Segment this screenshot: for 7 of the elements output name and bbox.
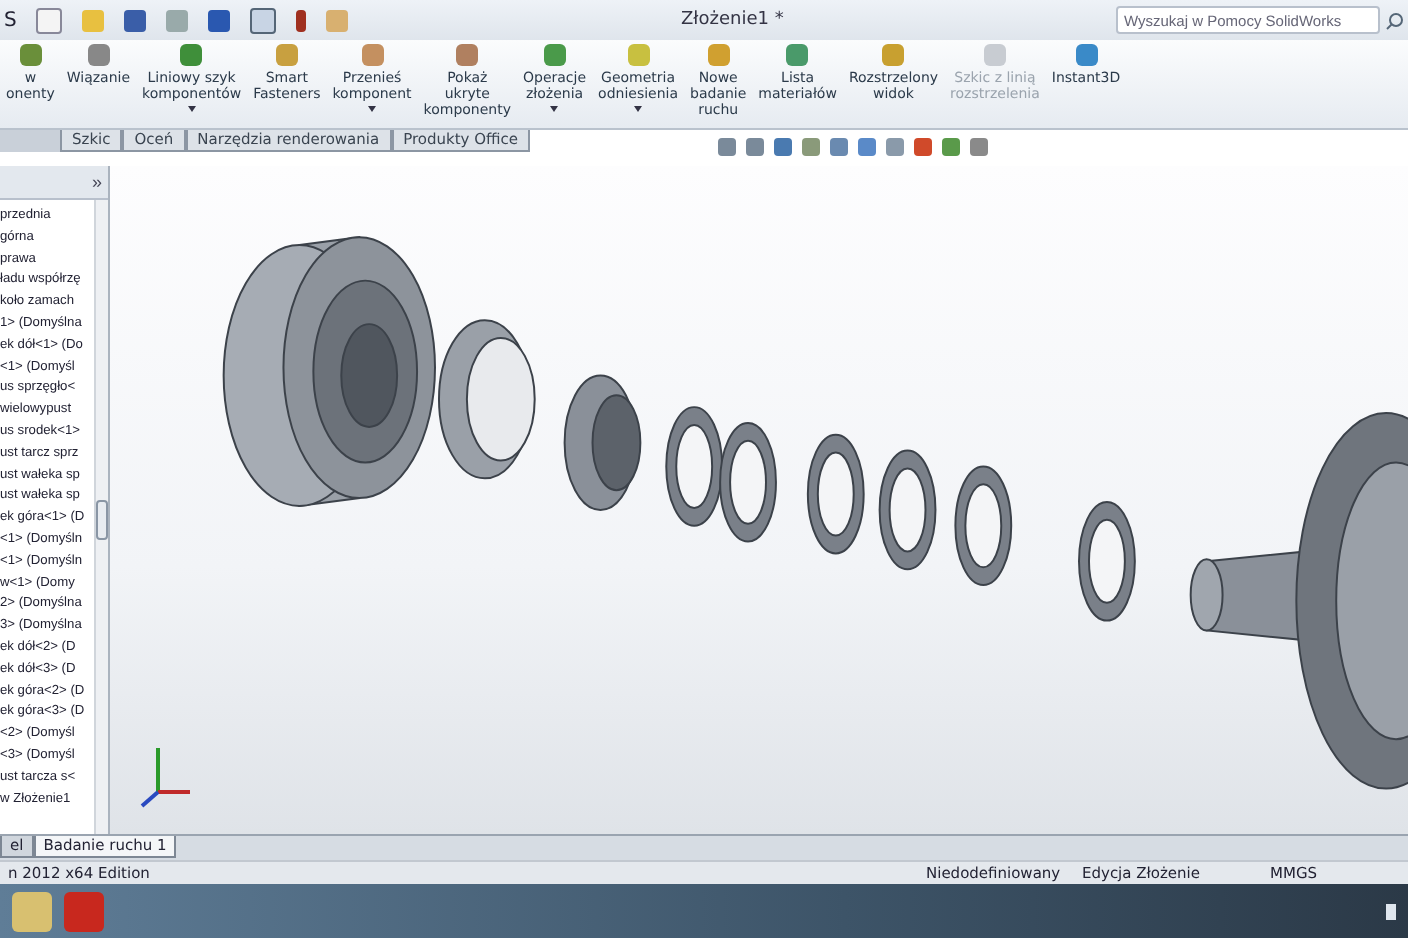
splitter-handle[interactable]	[96, 500, 108, 540]
window-title: Złożenie1 *	[679, 10, 786, 30]
search-icon[interactable]	[1386, 11, 1404, 29]
expand-button[interactable]: »	[85, 172, 108, 192]
scrollbar[interactable]	[94, 200, 108, 834]
model-viewport[interactable]	[110, 166, 1408, 834]
menu-label[interactable]: S	[4, 9, 17, 31]
